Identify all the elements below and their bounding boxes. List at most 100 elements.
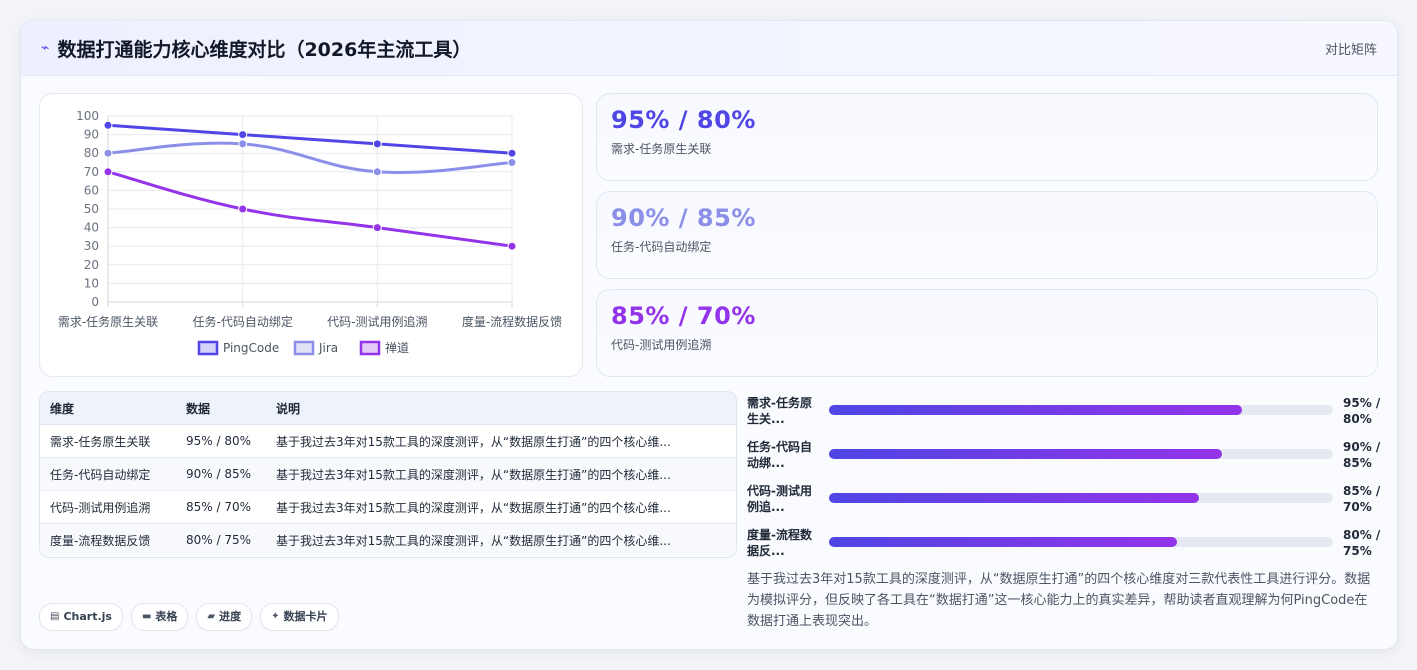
data-point [507,148,517,158]
cell-data: 85% / 70% [176,490,266,524]
legend-label: Jira [318,341,338,355]
x-tick-label: 度量-流程数据反馈 [462,314,562,329]
progress-list: 需求-任务原 生关... 95% /80% 任务-代码自 动绑... 90% /85… [747,393,1387,569]
chip-label: 表格 [155,610,178,623]
col-header-data: 数据 [176,392,266,425]
chart-line-icon: ⌁ [41,40,50,56]
progress-label: 需求-任务原 生关... [747,396,812,426]
data-point [238,204,248,214]
progress-row: 需求-任务原 生关... 95% /80% [747,393,1387,437]
cell-data: 80% / 75% [176,523,266,556]
sparkle-icon: ✦ [271,611,280,622]
legend-swatch [359,340,381,356]
x-tick-label: 任务-代码自动绑定 [192,314,292,329]
x-tick-label: 需求-任务原生关联 [58,314,158,329]
legend-label: 禅道 [385,341,409,355]
y-tick-label: 30 [84,239,99,253]
y-tick-label: 90 [84,128,99,142]
chip-table[interactable]: ▬ 表格 [130,603,189,631]
table-icon: ▬ [141,611,152,622]
stat-value: 90% / 85% [611,204,756,232]
data-point [372,167,382,177]
y-tick-label: 20 [84,258,99,272]
data-point [507,241,517,251]
cell-dimension: 代码-测试用例追溯 [40,490,176,524]
y-tick-label: 50 [84,202,99,216]
cell-dimension: 度量-流程数据反馈 [40,523,176,556]
stat-label: 任务-代码自动绑定 [611,240,712,254]
stat-card-3: 85% / 70% 代码-测试用例追溯 [596,289,1378,377]
chip-label: 数据卡片 [283,610,328,623]
cell-data: 90% / 85% [176,457,266,491]
chip-chartjs[interactable]: ▤ Chart.js [39,603,123,631]
table-row: 代码-测试用例追溯 85% / 70% 基于我过去3年对15款工具的深度测评，从… [40,490,736,524]
data-point [103,148,113,158]
cell-dimension: 需求-任务原生关联 [40,424,176,458]
progress-icon: ▰ [207,611,216,622]
data-point [103,120,113,130]
data-table-panel: 维度 数据 说明 需求-任务原生关联 95% / 80% 基于我过去3年对15款… [39,391,737,558]
legend-swatch [197,340,219,356]
progress-track [829,449,1333,459]
stat-label: 代码-测试用例追溯 [611,338,712,352]
progress-track [829,537,1333,547]
progress-value: 85% /70% [1343,484,1381,514]
y-tick-label: 80 [84,146,99,160]
data-point [238,139,248,149]
progress-track [829,405,1333,415]
data-point [372,139,382,149]
stat-card-1: 95% / 80% 需求-任务原生关联 [596,93,1378,181]
x-tick-label: 代码-测试用例追溯 [327,314,427,329]
chip-progress[interactable]: ▰ 进度 [196,603,253,631]
y-tick-label: 10 [84,276,99,290]
cell-description: 基于我过去3年对15款工具的深度测评，从“数据原生打通”的四个核心维... [266,523,736,556]
table-row: 需求-任务原生关联 95% / 80% 基于我过去3年对15款工具的深度测评，从… [40,424,736,458]
chip-label: Chart.js [63,610,112,623]
data-point [103,167,113,177]
cell-description: 基于我过去3年对15款工具的深度测评，从“数据原生打通”的四个核心维... [266,424,736,458]
chip-label: 进度 [219,610,242,623]
comparison-card: ⌁ 数据打通能力核心维度对比（2026年主流工具） 对比矩阵 0 10 20 30 40… [20,20,1398,650]
table-header-row: 维度 数据 说明 [40,392,736,425]
progress-label: 代码-测试用 例追... [747,484,812,514]
progress-row: 代码-测试用 例追... 85% /70% [747,481,1387,525]
y-tick-label: 70 [84,165,99,179]
stat-label: 需求-任务原生关联 [611,142,712,156]
progress-label: 任务-代码自 动绑... [747,440,812,470]
progress-label: 度量-流程数 据反... [747,528,812,558]
table-row: 任务-代码自动绑定 90% / 85% 基于我过去3年对15款工具的深度测评，从… [40,457,736,491]
stat-value: 85% / 70% [611,302,756,330]
col-header-description: 说明 [266,392,736,425]
progress-value: 80% /75% [1343,528,1381,558]
line-chart: 0 10 20 30 40 50 60 70 80 90 100 需求-任务原生关联 任务-代码自动绑定… [58,109,562,356]
legend-swatch [293,340,315,356]
cell-dimension: 任务-代码自动绑定 [40,457,176,491]
chip-data-card[interactable]: ✦ 数据卡片 [260,603,339,631]
data-point [372,223,382,233]
progress-row: 任务-代码自 动绑... 90% /85% [747,437,1387,481]
series-line-0 [107,123,513,155]
card-header: ⌁ 数据打通能力核心维度对比（2026年主流工具） 对比矩阵 [21,21,1397,76]
stat-card-2: 90% / 85% 任务-代码自动绑定 [596,191,1378,279]
progress-fill [829,537,1177,547]
progress-fill [829,405,1243,415]
data-point [238,130,248,140]
y-tick-label: 0 [91,295,99,309]
y-tick-label: 100 [76,109,99,123]
progress-value: 95% /80% [1343,396,1381,426]
progress-track [829,493,1333,503]
page-title: 数据打通能力核心维度对比（2026年主流工具） [57,38,472,61]
progress-fill [829,493,1200,503]
matrix-label[interactable]: 对比矩阵 [1325,39,1377,58]
table-row: 度量-流程数据反馈 80% / 75% 基于我过去3年对15款工具的深度测评，从… [40,523,736,556]
y-tick-label: 60 [84,183,99,197]
description-text: 基于我过去3年对15款工具的深度测评，从“数据原生打通”的四个核心维度对三款代表… [747,572,1371,629]
chart-icon: ▤ [50,611,60,622]
data-table: 维度 数据 说明 需求-任务原生关联 95% / 80% 基于我过去3年对15款… [40,392,736,556]
line-chart-panel: 0 10 20 30 40 50 60 70 80 90 100 需求-任务原生关联 任务-代码自动绑定… [39,93,583,377]
data-point [507,158,517,167]
col-header-dimension: 维度 [40,392,176,425]
progress-fill [829,449,1223,459]
title-wrap: ⌁ 数据打通能力核心维度对比（2026年主流工具） [41,35,471,62]
cell-description: 基于我过去3年对15款工具的深度测评，从“数据原生打通”的四个核心维... [266,457,736,491]
